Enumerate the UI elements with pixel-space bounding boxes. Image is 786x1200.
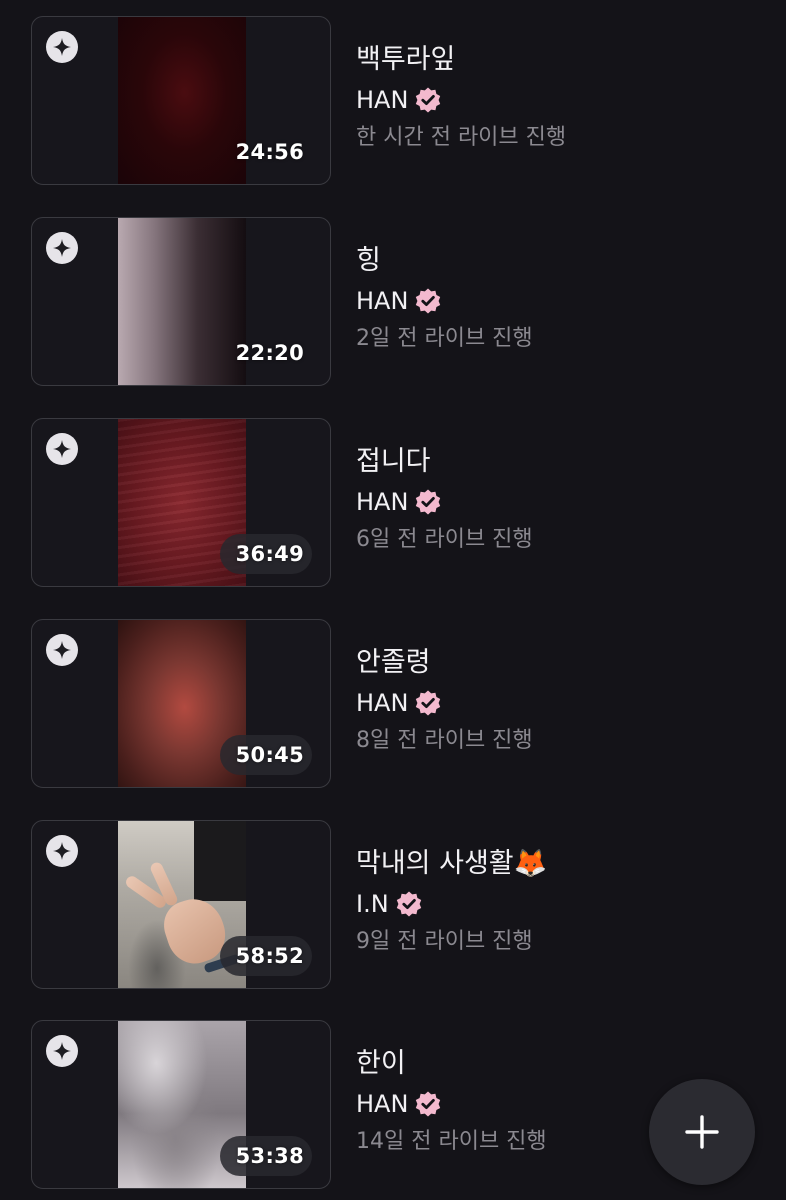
- author-name[interactable]: HAN: [356, 84, 408, 116]
- live-thumbnail[interactable]: 53:38: [31, 1020, 331, 1189]
- author-name[interactable]: HAN: [356, 687, 408, 719]
- verified-badge-icon: [395, 890, 423, 918]
- author-name[interactable]: I.N: [356, 888, 389, 920]
- author-name[interactable]: HAN: [356, 285, 408, 317]
- author-row: HAN: [356, 1088, 547, 1120]
- live-title[interactable]: 힝: [356, 243, 533, 279]
- sparkle-icon: [46, 433, 78, 465]
- live-thumbnail[interactable]: 50:45: [31, 619, 331, 788]
- live-title[interactable]: 안졸령: [356, 645, 533, 681]
- sparkle-icon: [46, 835, 78, 867]
- live-info: 막내의 사생활🦊 I.N 9일 전 라이브 진행: [356, 846, 547, 957]
- verified-badge-icon: [414, 287, 442, 315]
- duration-label: 36:49: [235, 542, 304, 566]
- live-info: 한이 HAN 14일 전 라이브 진행: [356, 1046, 547, 1157]
- author-row: I.N: [356, 888, 547, 920]
- live-title[interactable]: 막내의 사생활🦊: [356, 846, 547, 882]
- author-row: HAN: [356, 687, 533, 719]
- verified-badge-icon: [414, 1090, 442, 1118]
- duration-label: 50:45: [235, 743, 304, 767]
- preview-shape: [194, 821, 246, 901]
- author-name[interactable]: HAN: [356, 486, 408, 518]
- live-replay-feed: 24:56 백투라잎 HAN 한 시간 전 라이브 진행 22:20 힝 HAN: [0, 0, 786, 1200]
- author-name[interactable]: HAN: [356, 1088, 408, 1120]
- sparkle-icon: [46, 232, 78, 264]
- live-time-ago: 2일 전 라이브 진행: [356, 326, 533, 351]
- live-time-ago: 한 시간 전 라이브 진행: [356, 125, 567, 150]
- live-title[interactable]: 접니다: [356, 444, 533, 480]
- live-title[interactable]: 백투라잎: [356, 42, 566, 78]
- live-item[interactable]: 22:20 힝 HAN 2일 전 라이브 진행: [0, 217, 786, 387]
- live-thumbnail[interactable]: 58:52: [31, 820, 331, 989]
- duration-label: 22:20: [235, 341, 304, 365]
- live-time-ago: 9일 전 라이브 진행: [356, 929, 533, 954]
- sparkle-icon: [46, 634, 78, 666]
- live-thumbnail[interactable]: 24:56: [31, 16, 331, 185]
- live-thumbnail[interactable]: 22:20: [31, 217, 331, 386]
- author-row: HAN: [356, 486, 533, 518]
- live-item[interactable]: 36:49 접니다 HAN 6일 전 라이브 진행: [0, 418, 786, 588]
- live-time-ago: 14일 전 라이브 진행: [356, 1129, 547, 1154]
- live-item[interactable]: 58:52 막내의 사생활🦊 I.N 9일 전 라이브 진행: [0, 820, 786, 990]
- sparkle-icon: [46, 1035, 78, 1067]
- duration-label: 24:56: [235, 140, 304, 164]
- live-info: 안졸령 HAN 8일 전 라이브 진행: [356, 645, 533, 756]
- live-info: 접니다 HAN 6일 전 라이브 진행: [356, 444, 533, 555]
- sparkle-icon: [46, 31, 78, 63]
- live-time-ago: 6일 전 라이브 진행: [356, 527, 533, 552]
- video-preview: [118, 218, 246, 385]
- duration-label: 53:38: [235, 1144, 304, 1168]
- duration-label: 58:52: [235, 944, 304, 968]
- verified-badge-icon: [414, 488, 442, 516]
- live-thumbnail[interactable]: 36:49: [31, 418, 331, 587]
- live-title[interactable]: 한이: [356, 1046, 547, 1082]
- live-info: 힝 HAN 2일 전 라이브 진행: [356, 243, 533, 354]
- verified-badge-icon: [414, 86, 442, 114]
- author-row: HAN: [356, 84, 566, 116]
- verified-badge-icon: [414, 689, 442, 717]
- video-preview: [118, 17, 246, 184]
- live-item[interactable]: 50:45 안졸령 HAN 8일 전 라이브 진행: [0, 619, 786, 789]
- live-info: 백투라잎 HAN 한 시간 전 라이브 진행: [356, 42, 566, 153]
- add-button[interactable]: [649, 1079, 755, 1185]
- plus-icon: [685, 1115, 719, 1149]
- live-item[interactable]: 24:56 백투라잎 HAN 한 시간 전 라이브 진행: [0, 16, 786, 186]
- author-row: HAN: [356, 285, 533, 317]
- live-time-ago: 8일 전 라이브 진행: [356, 728, 533, 753]
